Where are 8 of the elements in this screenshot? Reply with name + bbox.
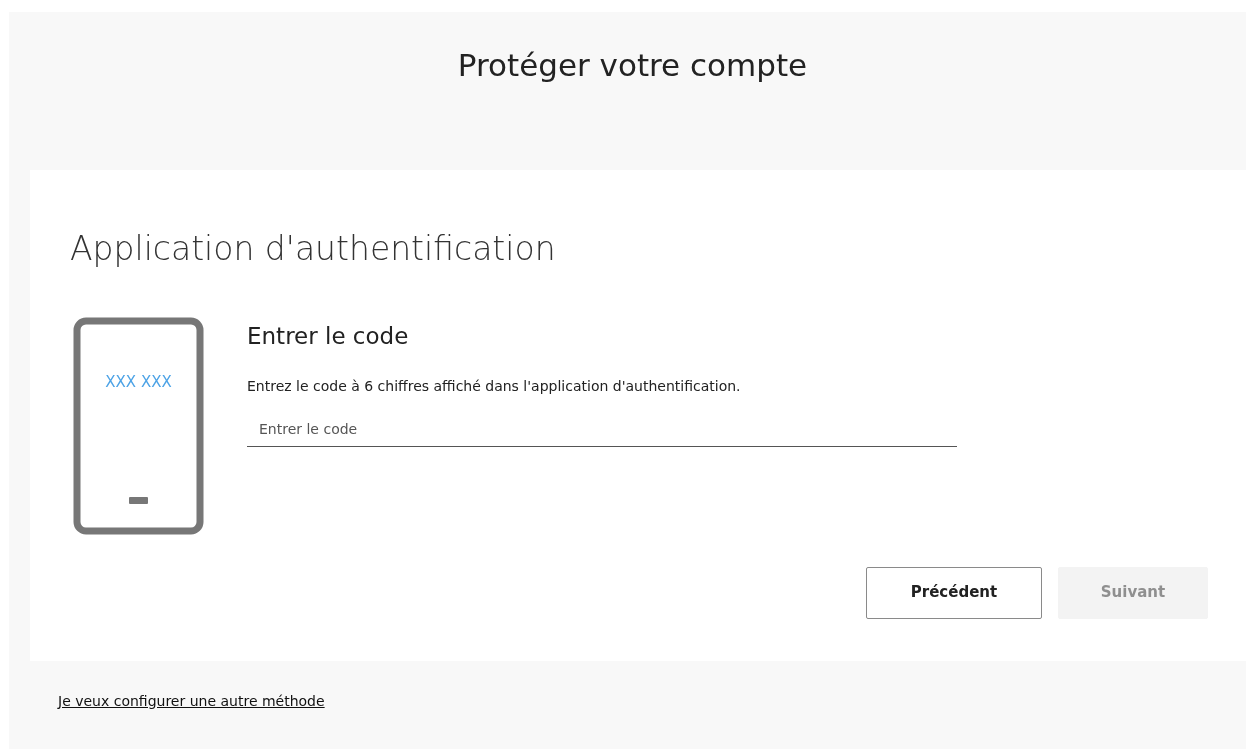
card-title: Application d'authentification: [70, 227, 557, 270]
alternate-method-link[interactable]: Je veux configurer une autre méthode: [58, 692, 325, 709]
back-button[interactable]: Précédent: [866, 566, 1042, 619]
code-input-field[interactable]: Entrer le code: [247, 412, 957, 447]
code-text: XXX XXX: [105, 373, 172, 391]
instruction-text: Entrez le code à 6 chiffres affiché dans l'application d'authentification.: [247, 376, 742, 396]
section-heading: Entrer le code: [247, 322, 410, 351]
page-title: Protéger votre compte: [456, 46, 809, 85]
